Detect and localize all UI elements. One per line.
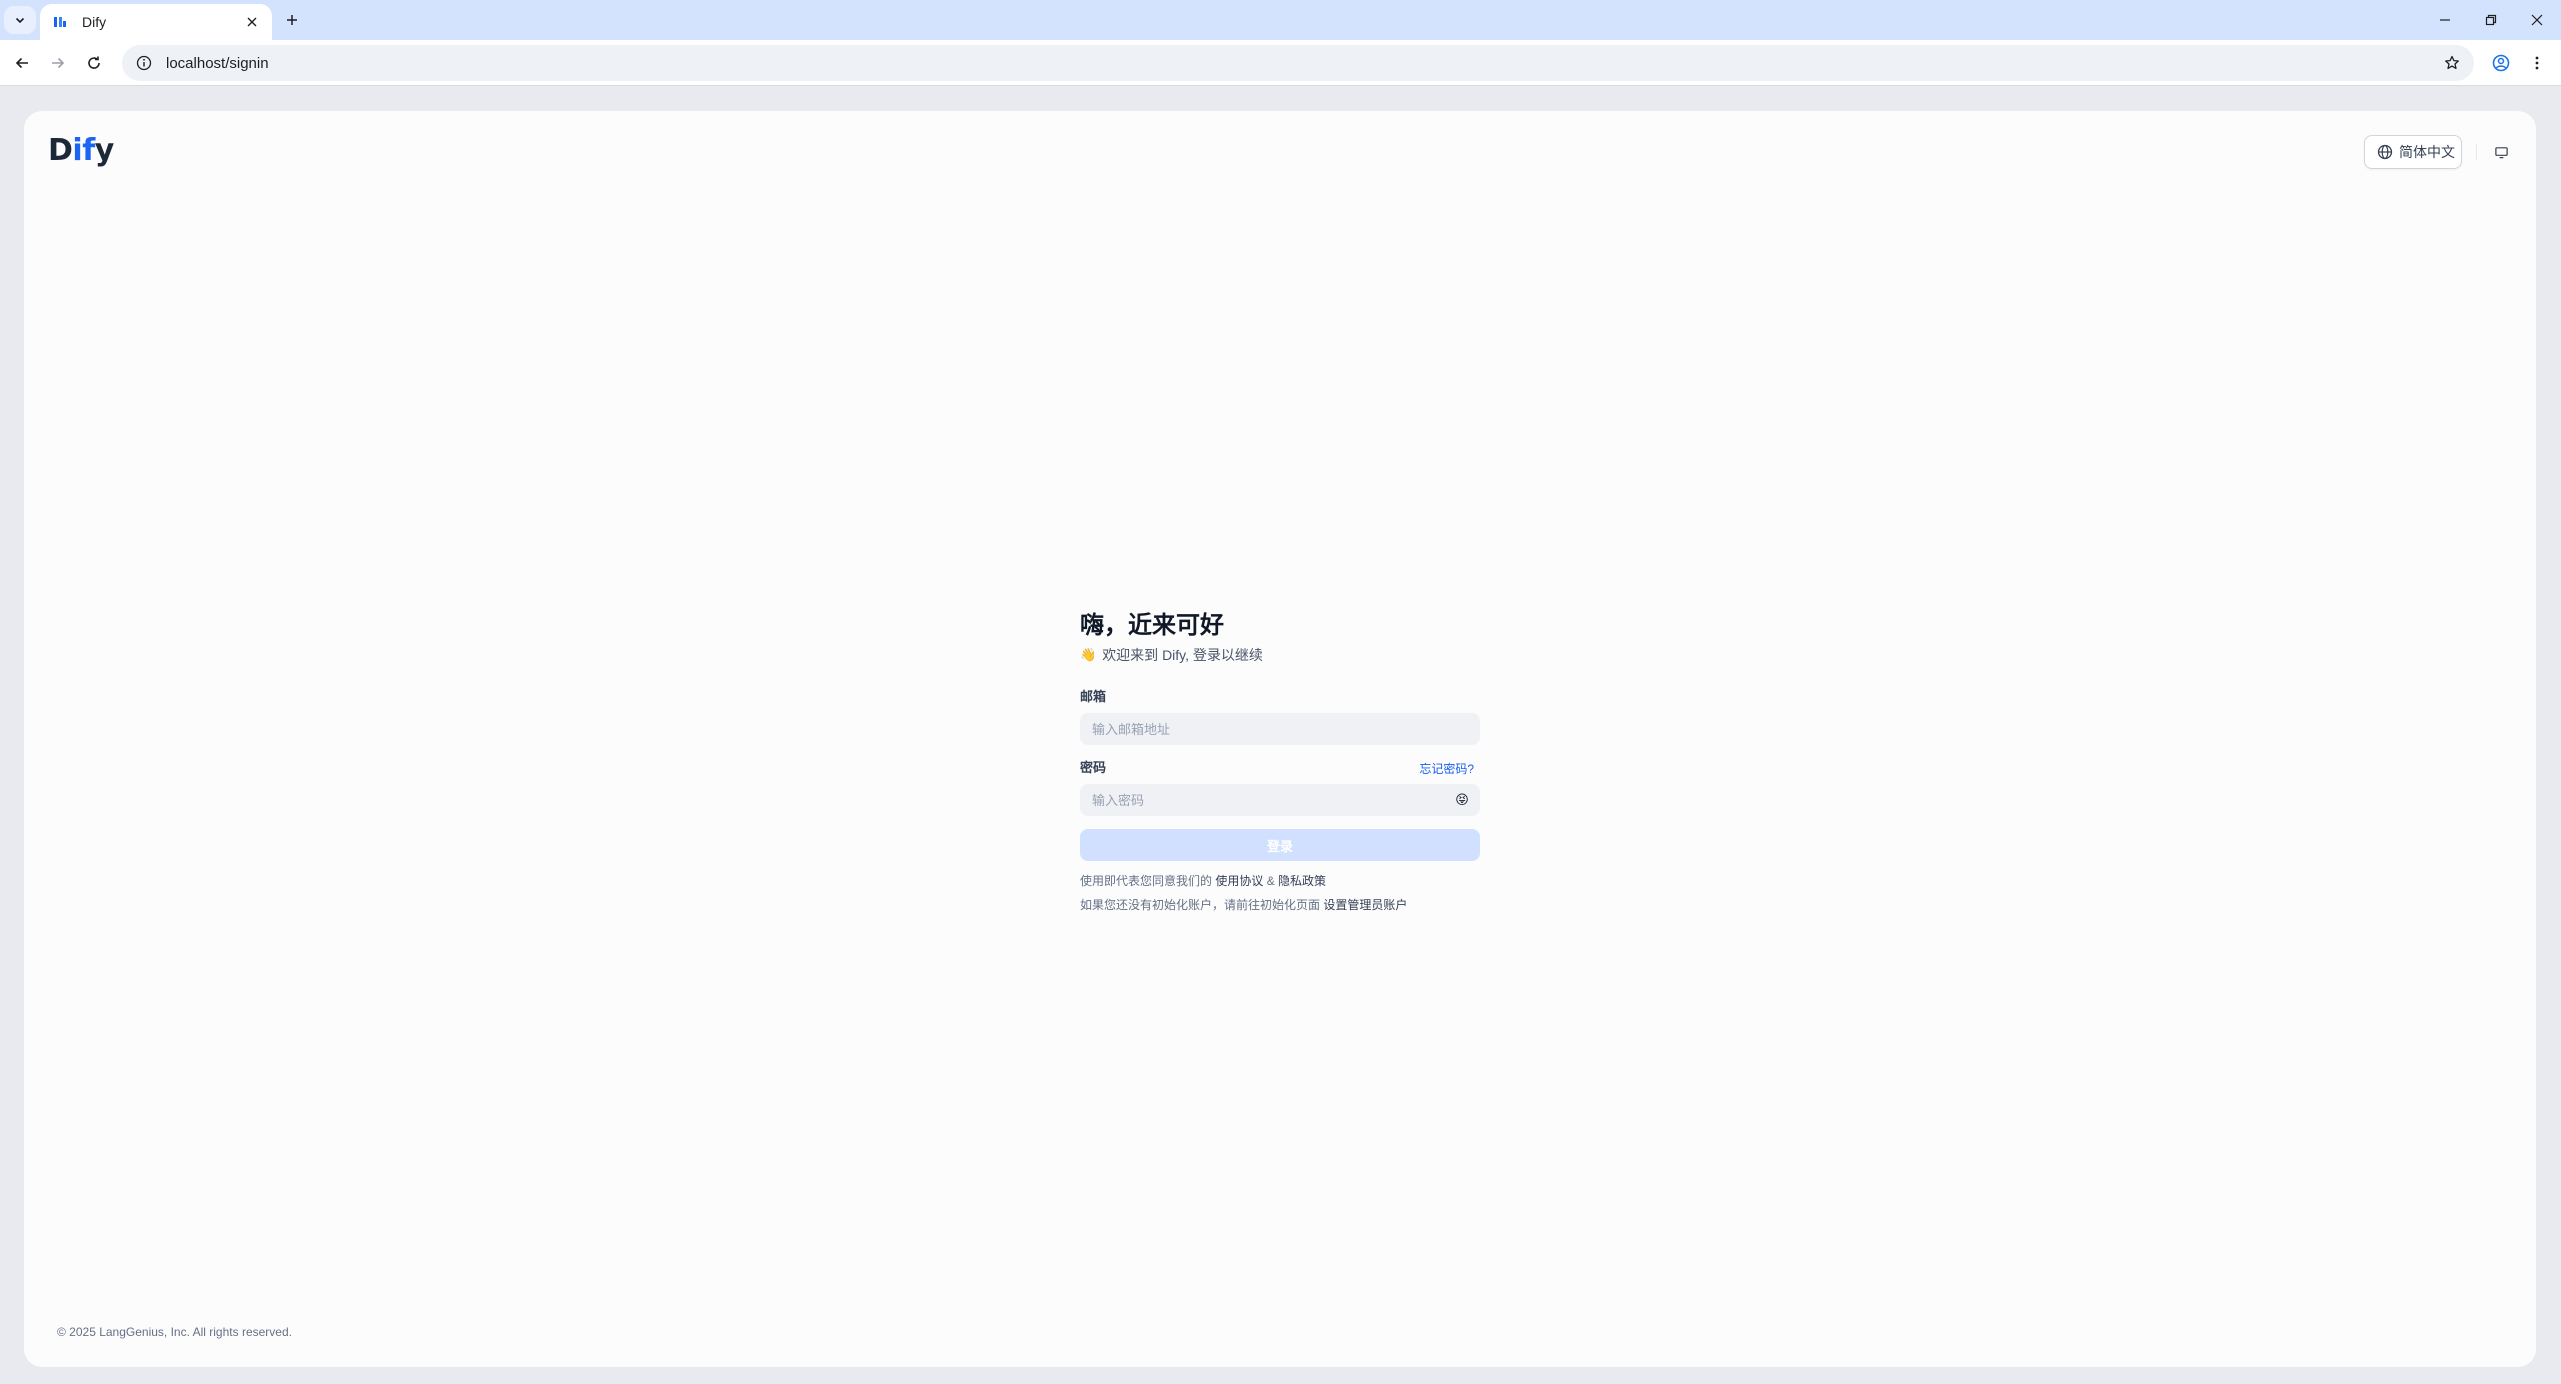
language-label: 简体中文 (2399, 144, 2455, 160)
email-field-wrapper (1080, 713, 1480, 745)
tab-search-button[interactable] (4, 6, 36, 34)
dify-favicon-icon (52, 14, 68, 30)
address-url: localhost/signin (166, 54, 269, 72)
setup-admin-link[interactable]: 设置管理员账户 (1323, 898, 1407, 912)
globe-icon (2377, 144, 2393, 160)
email-label: 邮箱 (1080, 689, 1107, 704)
profile-button[interactable] (2487, 49, 2515, 77)
bookmark-star-icon[interactable] (2442, 53, 2462, 73)
browser-tab-active[interactable]: Dify (40, 4, 272, 40)
password-input[interactable] (1080, 784, 1480, 816)
signin-form: 嗨，近来可好 👋 欢迎来到 Dify, 登录以继续 邮箱 密码 忘记密码? 😝 … (1080, 610, 1480, 915)
profile-icon (2492, 54, 2510, 72)
browser-toolbar: localhost/signin (0, 40, 2561, 86)
restore-icon (2485, 14, 2497, 26)
dify-logo: Dify (48, 133, 114, 168)
close-icon (247, 17, 257, 27)
window-minimize-button[interactable] (2422, 0, 2468, 40)
terms-notice: 使用即代表您同意我们的 使用协议 & 隐私政策 (1080, 874, 1327, 888)
monitor-icon (2494, 146, 2508, 158)
window-restore-button[interactable] (2468, 0, 2514, 40)
signin-page: Dify 简体中文 嗨，近来可好 👋 欢迎来到 Dify, 登录以继续 邮箱 密… (24, 111, 2536, 1367)
language-select[interactable]: 简体中文 (2364, 135, 2462, 169)
more-vertical-icon (2535, 56, 2539, 70)
password-field-wrapper: 😝 (1080, 784, 1480, 816)
minimize-icon (2440, 19, 2450, 21)
toggle-password-visibility-button[interactable]: 😝 (1454, 792, 1470, 808)
signin-subtitle-text: 欢迎来到 Dify, 登录以继续 (1102, 647, 1263, 663)
terms-of-service-link[interactable]: 使用协议 (1215, 874, 1263, 888)
password-label: 密码 (1080, 760, 1107, 775)
arrow-right-icon (52, 57, 65, 69)
header-divider (2476, 144, 2477, 160)
password-label-row: 密码 忘记密码? (1080, 758, 1480, 778)
tab-close-button[interactable] (242, 12, 262, 32)
signin-title: 嗨，近来可好 (1080, 612, 1224, 639)
forgot-password-link[interactable]: 忘记密码? (1419, 760, 1474, 777)
signin-button[interactable]: 登录 (1080, 829, 1480, 861)
browser-tab-strip: Dify (0, 0, 2561, 40)
footer-copyright: © 2025 LangGenius, Inc. All rights reser… (57, 1325, 292, 1339)
forward-button[interactable] (44, 49, 72, 77)
signin-subtitle: 👋 欢迎来到 Dify, 登录以继续 (1080, 645, 1480, 665)
site-info-icon[interactable] (134, 53, 154, 73)
plus-icon (287, 15, 297, 25)
reload-button[interactable] (80, 49, 108, 77)
back-button[interactable] (8, 49, 36, 77)
chevron-down-icon (15, 17, 25, 24)
privacy-policy-link[interactable]: 隐私政策 (1278, 874, 1326, 888)
address-bar[interactable]: localhost/signin (122, 45, 2474, 81)
setup-notice: 如果您还没有初始化账户，请前往初始化页面 设置管理员账户 (1080, 898, 1408, 912)
tab-title: Dify (82, 14, 107, 30)
browser-menu-button[interactable] (2523, 49, 2551, 77)
face-emoji-icon: 😝 (1455, 792, 1469, 807)
waving-hand-icon: 👋 (1080, 647, 1097, 662)
arrow-left-icon (15, 57, 28, 69)
window-close-button[interactable] (2514, 0, 2560, 40)
reload-icon (88, 56, 100, 69)
close-icon (2531, 14, 2543, 26)
theme-toggle-button[interactable] (2488, 139, 2514, 165)
email-input[interactable] (1080, 713, 1480, 745)
new-tab-button[interactable] (280, 8, 304, 32)
